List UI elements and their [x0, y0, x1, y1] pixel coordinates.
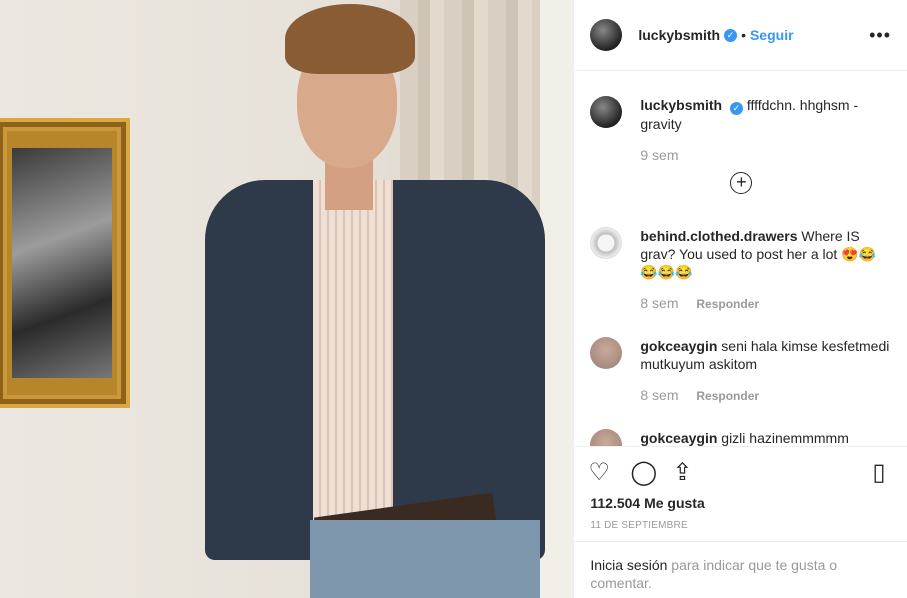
follow-button[interactable]: Seguir	[750, 27, 794, 43]
more-options-icon[interactable]: •••	[869, 25, 891, 46]
add-circle-icon[interactable]: +	[730, 172, 753, 194]
action-icons: ♡ ◯ ⇪ ▯	[588, 459, 893, 487]
avatar[interactable]	[590, 96, 623, 128]
comment-item: gokceaygin seni hala kimse kesfetmedi mu…	[590, 337, 890, 403]
caption-time[interactable]: 9 sem	[640, 147, 890, 163]
verified-badge-icon: ✓	[724, 28, 738, 42]
comment-time[interactable]: 8 sem	[640, 387, 678, 403]
post-date[interactable]: 11 DE SEPTIEMBRE	[590, 520, 688, 531]
bookmark-icon[interactable]: ▯	[872, 459, 885, 487]
comment-meta: 8 sem Responder	[640, 295, 890, 311]
framed-photo	[12, 148, 112, 378]
verified-badge-icon: ✓	[729, 102, 743, 115]
share-icon[interactable]: ⇪	[672, 459, 692, 487]
wall	[540, 0, 574, 598]
comment-username[interactable]: behind.clothed.drawers	[640, 228, 797, 244]
caption: luckybsmith ✓ ffffdchn. hhghsm - gravity…	[590, 96, 890, 163]
comment-item: behind.clothed.drawers Where IS grav? Yo…	[590, 227, 890, 311]
header-username[interactable]: luckybsmith	[638, 27, 720, 43]
reply-button[interactable]: Responder	[696, 389, 759, 403]
reply-button[interactable]: Responder	[696, 297, 759, 311]
shirt	[313, 180, 393, 520]
caption-username[interactable]: luckybsmith	[640, 97, 722, 113]
side-panel: luckybsmith ✓ • Seguir ••• luckybsmith ✓…	[573, 0, 907, 598]
avatar[interactable]	[590, 227, 623, 259]
login-link[interactable]: Inicia sesión	[590, 557, 667, 573]
comment-meta: 8 sem Responder	[640, 387, 890, 403]
hair	[285, 4, 415, 74]
comment-icon[interactable]: ◯	[630, 459, 657, 487]
comment-username[interactable]: gokceaygin	[640, 338, 717, 354]
jeans	[310, 520, 540, 598]
comment-text: gizli hazinemmmmm	[721, 430, 849, 446]
avatar[interactable]	[590, 429, 623, 446]
post-photo[interactable]	[0, 0, 574, 598]
avatar[interactable]	[590, 19, 623, 51]
comment-username[interactable]: gokceaygin	[640, 430, 717, 446]
likes-count[interactable]: 112.504 Me gusta	[590, 495, 704, 511]
comment-item: gokceaygin gizli hazinemmmmm	[590, 429, 890, 446]
person	[205, 0, 545, 598]
post-header: luckybsmith ✓ • Seguir •••	[574, 0, 907, 71]
avatar[interactable]	[590, 337, 623, 369]
framed-picture	[0, 118, 130, 408]
comment-time[interactable]: 8 sem	[640, 295, 678, 311]
login-prompt: Inicia sesión para indicar que te gusta …	[574, 541, 907, 592]
separator: •	[741, 27, 746, 43]
action-bar: ♡ ◯ ⇪ ▯ 112.504 Me gusta 11 DE SEPTIEMBR…	[574, 446, 907, 531]
comments-list: luckybsmith ✓ ffffdchn. hhghsm - gravity…	[574, 72, 907, 446]
heart-icon[interactable]: ♡	[588, 459, 610, 487]
post-view: luckybsmith ✓ • Seguir ••• luckybsmith ✓…	[0, 0, 907, 598]
